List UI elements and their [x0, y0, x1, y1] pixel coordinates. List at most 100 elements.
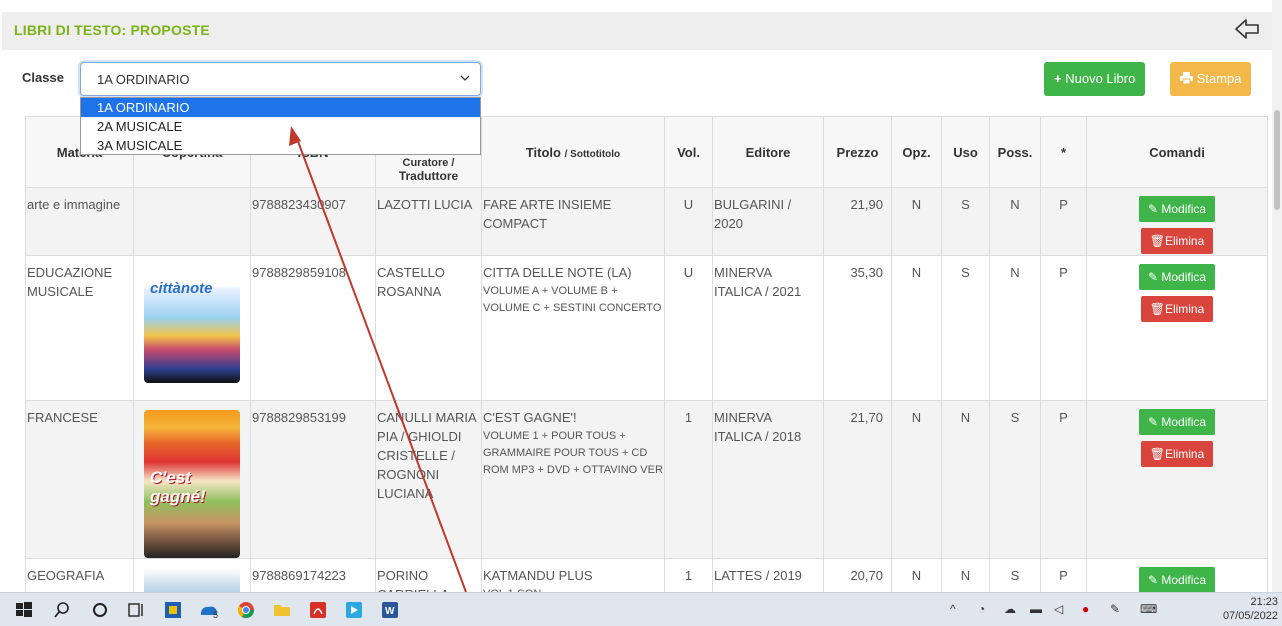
battery-icon[interactable]: ▬ — [1030, 602, 1042, 616]
classe-dropdown: 1A ORDINARIO 2A MUSICALE 3A MUSICALE — [80, 97, 481, 155]
cell-copertina — [133, 187, 251, 256]
task-view-icon[interactable] — [126, 600, 146, 620]
delete-label: Elimina — [1164, 234, 1205, 248]
cell-materia: arte e immagine — [25, 187, 134, 256]
cell-vol: U — [664, 255, 713, 401]
col-header-editore[interactable]: Editore — [712, 116, 824, 188]
clock[interactable]: 21:23 07/05/2022 — [1223, 595, 1278, 623]
word-icon[interactable]: W — [380, 600, 400, 620]
book-cover-image[interactable]: cittànote — [144, 265, 240, 383]
table-row: EDUCAZIONE MUSICALE cittànote 9788829859… — [25, 255, 1268, 401]
clock-time: 21:23 — [1250, 596, 1278, 608]
cortana-icon[interactable] — [90, 600, 110, 620]
dropdown-option[interactable]: 1A ORDINARIO — [81, 98, 480, 117]
col-header-poss[interactable]: Poss. — [989, 116, 1041, 188]
cell-star: P — [1040, 400, 1087, 559]
cell-autore: CANULLI MARIA PIA / GHIOLDI CRISTELLE / … — [375, 400, 482, 559]
cell-vol: 1 — [664, 400, 713, 559]
classe-select[interactable]: 1A ORDINARIO — [80, 62, 481, 96]
app-icon[interactable] — [344, 600, 364, 620]
cell-isbn: 9788823430907 — [250, 187, 376, 256]
modify-label: Modifica — [1161, 415, 1207, 429]
keyboard-icon[interactable]: ⌨ — [1140, 602, 1157, 616]
col-header-autore-line1: Curatore / — [402, 157, 455, 169]
cell-poss: N — [989, 187, 1041, 256]
wifi-icon[interactable]: ◔ — [978, 602, 985, 616]
cell-titolo: CITTA DELLE NOTE (LA) VOLUME A + VOLUME … — [481, 255, 665, 401]
cell-poss: S — [989, 400, 1041, 559]
col-header-traduttore: Traduttore — [398, 169, 459, 183]
modify-label: Modifica — [1161, 270, 1207, 284]
scroll-thumb[interactable] — [1274, 110, 1280, 210]
chrome-icon[interactable] — [236, 600, 256, 620]
chevron-down-icon — [460, 75, 470, 81]
book-cover-image[interactable]: C'est gagné! — [144, 410, 240, 558]
search-icon[interactable] — [52, 600, 72, 620]
books-table: Materia Copertina ISBN Curatore / Tradut… — [25, 116, 1268, 619]
delete-button[interactable]: 🗑Elimina — [1140, 441, 1214, 467]
book-cover-title: cittànote — [150, 280, 213, 297]
cell-titolo: FARE ARTE INSIEME COMPACT — [481, 187, 665, 256]
edit-icon: ✎ — [1147, 270, 1159, 284]
col-header-uso[interactable]: Uso — [941, 116, 990, 188]
page-scrollbar[interactable] — [1272, 0, 1282, 592]
trash-icon: 🗑 — [1149, 447, 1165, 461]
cloud-icon[interactable]: ☁ — [1004, 602, 1016, 616]
delete-button[interactable]: 🗑Elimina — [1140, 228, 1214, 254]
col-header-titolo-label: Titolo — [525, 144, 561, 160]
cell-autore: CASTELLO ROSANNA — [375, 255, 482, 401]
modify-button[interactable]: ✎ Modifica — [1138, 409, 1216, 435]
pen-icon[interactable]: ✎ — [1110, 602, 1120, 616]
cell-editore: MINERVA ITALICA / 2021 — [712, 255, 824, 401]
col-header-star[interactable]: * — [1040, 116, 1087, 188]
cell-prezzo: 35,30 — [823, 255, 892, 401]
classe-select-value: 1A ORDINARIO — [97, 72, 190, 87]
cell-uso: S — [941, 255, 990, 401]
cell-opz: N — [891, 400, 942, 559]
back-arrow-icon[interactable] — [1234, 18, 1260, 40]
modify-button[interactable]: ✎ Modifica — [1138, 196, 1216, 222]
modify-button[interactable]: ✎ Modifica — [1138, 264, 1216, 290]
modify-label: Modifica — [1161, 202, 1207, 216]
windows-taskbar: 5 W ^ ◔ ☁ ▬ ◁ ● ✎ ⌨ 21:23 07/05/2022 — [0, 592, 1282, 626]
col-header-prezzo[interactable]: Prezzo — [823, 116, 892, 188]
cell-star: P — [1040, 187, 1087, 256]
cell-materia: EDUCAZIONE MUSICALE — [25, 255, 134, 401]
book-cover-title: C'est gagné! — [150, 468, 206, 506]
modify-button[interactable]: ✎ Modifica — [1138, 567, 1216, 593]
cell-vol: U — [664, 187, 713, 256]
print-button[interactable]: Stampa — [1170, 62, 1252, 96]
cell-uso: N — [941, 400, 990, 559]
cell-comandi: ✎ Modifica 🗑Elimina — [1086, 255, 1268, 401]
notification-badge: 5 — [213, 610, 219, 620]
security-icon[interactable]: ● — [1082, 602, 1089, 616]
new-book-label: Nuovo Libro — [1065, 71, 1136, 86]
page-title: LIBRI DI TESTO: PROPOSTE — [14, 22, 210, 38]
col-header-titolo[interactable]: Titolo / Sottotitolo — [481, 116, 665, 188]
cell-titolo-main: CITTA DELLE NOTE (LA) — [483, 265, 632, 280]
cell-editore: MINERVA ITALICA / 2018 — [712, 400, 824, 559]
volume-icon[interactable]: ◁ — [1054, 602, 1063, 616]
col-header-vol[interactable]: Vol. — [664, 116, 713, 188]
chevron-up-icon[interactable]: ^ — [950, 602, 956, 616]
cell-comandi: ✎ Modifica 🗑Elimina — [1086, 400, 1268, 559]
cell-autore: LAZOTTI LUCIA — [375, 187, 482, 256]
dropdown-option[interactable]: 2A MUSICALE — [81, 117, 480, 136]
delete-label: Elimina — [1164, 302, 1205, 316]
edit-icon: ✎ — [1147, 202, 1159, 216]
page-header: LIBRI DI TESTO: PROPOSTE — [0, 0, 1282, 52]
col-header-sottotitolo: / Sottotitolo — [564, 148, 621, 160]
store-icon[interactable] — [163, 600, 183, 620]
file-explorer-icon[interactable] — [272, 600, 292, 620]
col-header-comandi: Comandi — [1086, 116, 1268, 188]
cell-star: P — [1040, 255, 1087, 401]
windows-start-icon[interactable] — [14, 600, 34, 620]
cell-materia: FRANCESE — [25, 400, 134, 559]
cell-uso: S — [941, 187, 990, 256]
col-header-opz[interactable]: Opz. — [891, 116, 942, 188]
cell-opz: N — [891, 255, 942, 401]
acrobat-icon[interactable] — [308, 600, 328, 620]
new-book-button[interactable]: + Nuovo Libro — [1044, 62, 1146, 96]
dropdown-option[interactable]: 3A MUSICALE — [81, 136, 480, 155]
delete-button[interactable]: 🗑Elimina — [1140, 296, 1214, 322]
